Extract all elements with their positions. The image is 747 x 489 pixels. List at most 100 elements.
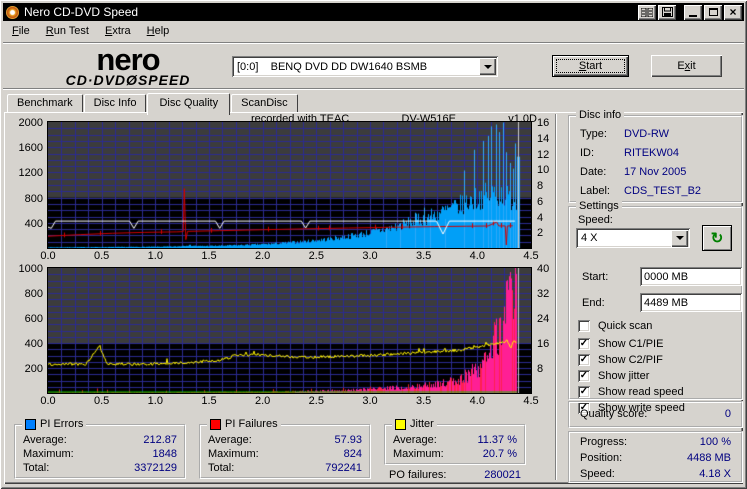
end-position-field[interactable]: 4489 MB [640, 293, 742, 312]
exit-button[interactable]: Exit [651, 55, 722, 77]
start-position-field[interactable]: 0000 MB [640, 267, 742, 286]
tab-benchmark[interactable]: Benchmark [7, 94, 83, 112]
refresh-button[interactable]: ↻ [702, 225, 732, 251]
separator-line [3, 88, 744, 90]
axis-tick-label: 0.5 [94, 250, 110, 262]
nero-logo: nero CD·DVDØSPEED [36, 42, 220, 88]
axis-tick-label: 1.5 [201, 250, 217, 262]
axis-tick-label: 1000 [18, 263, 43, 275]
titlebar-buttons: × [638, 4, 742, 20]
legend-row: Average: 57.93 [208, 434, 362, 446]
axis-tick-label: 4.0 [469, 395, 485, 407]
pi-failures-chart-canvas [48, 268, 531, 393]
axis-tick-label: 400 [24, 217, 43, 230]
jitter-legend-box: Jitter Average: 11.37 % Maximum: 20.7 % [384, 418, 526, 465]
axis-tick-label: 14 [537, 132, 550, 145]
axis-tick-label: 2.0 [255, 395, 271, 407]
maximize-icon [708, 8, 718, 16]
checkbox-show-read-speed[interactable]: ✓ Show read speed [578, 386, 684, 398]
axis-tick-label: 3.0 [362, 395, 378, 407]
axis-tick-label: 6 [537, 195, 544, 208]
minimize-icon [689, 14, 697, 17]
axis-tick-label: 2.0 [255, 250, 271, 262]
speed-label: Speed: [578, 214, 613, 226]
speed-select-value: 4 X [581, 232, 598, 244]
disc-info-box: Disc info Type: DVD-RW ID: RITEKW04 Date: 1… [568, 109, 743, 203]
book-icon [641, 7, 653, 17]
axis-tick-label: 4.5 [523, 395, 539, 407]
axis-tick-label: 16 [537, 117, 550, 129]
speed-select-dropdown-button[interactable] [671, 229, 688, 247]
pi-errors-chart-canvas [48, 122, 531, 248]
axis-tick-label: 0.0 [40, 395, 56, 407]
pi-errors-left-axis: 2000 1600 1200 800 400 [4, 117, 45, 248]
pi-errors-chart [47, 121, 532, 249]
disc-info-row: Date: 17 Nov 2005 [580, 166, 687, 178]
menu-file[interactable]: File [4, 23, 38, 39]
po-failures-row: PO failures: 280021 [389, 469, 521, 481]
checkbox-box [578, 320, 590, 332]
floppy-disk-icon [661, 7, 673, 17]
compare-book-button[interactable] [638, 4, 656, 20]
save-button[interactable] [658, 4, 676, 20]
menu-help[interactable]: Help [139, 23, 178, 39]
disc-info-rows: Type: DVD-RW ID: RITEKW04 Date: 17 Nov 2005… [570, 117, 741, 201]
minimize-button[interactable] [684, 4, 702, 20]
axis-tick-label: 1200 [18, 167, 43, 180]
settings-box: Settings Speed: 4 X ↻ Start: 0000 MB End… [568, 200, 743, 414]
axis-tick-label: 4.0 [469, 250, 485, 262]
tab-disc-info[interactable]: Disc Info [83, 94, 147, 112]
end-position-label: End: [582, 297, 605, 309]
legend-row: Total: 792241 [208, 462, 362, 474]
close-button[interactable]: × [724, 4, 742, 20]
checkbox-quick-scan[interactable]: Quick scan [578, 320, 652, 332]
nero-logo-text: nero [96, 42, 160, 77]
axis-tick-label: 3.0 [362, 250, 378, 262]
maximize-button[interactable] [704, 4, 722, 20]
checkbox-box: ✓ [578, 370, 590, 382]
pi-errors-legend-title: PI Errors [22, 418, 87, 431]
progress-row: Speed: 4.18 X [580, 468, 731, 480]
pi-errors-legend-rows: Average: 212.87 Maximum: 1848 Total: 337212… [16, 426, 184, 475]
tab-scandisc[interactable]: ScanDisc [231, 94, 298, 112]
start-button[interactable]: Start [552, 55, 629, 77]
jitter-legend-rows: Average: 11.37 % Maximum: 20.7 % [386, 426, 524, 461]
disc-info-row: Type: DVD-RW [580, 128, 670, 140]
axis-tick-label: 4 [537, 211, 544, 224]
axis-tick-label: 2000 [18, 117, 43, 129]
refresh-icon: ↻ [710, 230, 724, 247]
drive-select-dropdown-button[interactable] [479, 58, 496, 75]
checkbox-show-jitter[interactable]: ✓ Show jitter [578, 370, 649, 382]
menu-run-test[interactable]: Run Test [38, 23, 97, 39]
chevron-down-icon [675, 236, 684, 240]
jitter-legend-title: Jitter [392, 418, 437, 431]
tab-disc-quality[interactable]: Disc Quality [147, 93, 231, 115]
legend-row: Maximum: 824 [208, 448, 362, 460]
cddvd-speed-logo-text: CD·DVDØSPEED [65, 72, 191, 88]
speed-select[interactable]: 4 X [576, 228, 690, 248]
axis-tick-label: 10 [537, 164, 550, 177]
axis-tick-label: 4.5 [523, 250, 539, 262]
axis-tick-label: 8 [537, 363, 544, 375]
axis-tick-label: 400 [24, 338, 43, 350]
close-icon: × [729, 5, 737, 19]
axis-tick-label: 2 [537, 227, 544, 240]
checkbox-show-c1-pie[interactable]: ✓ Show C1/PIE [578, 338, 663, 350]
axis-tick-label: 1.0 [147, 395, 163, 407]
menu-extra[interactable]: Extra [97, 23, 139, 39]
settings-title: Settings [576, 200, 622, 213]
axis-tick-label: 0.5 [94, 395, 110, 407]
disc-info-row: ID: RITEKW04 [580, 147, 680, 159]
axis-tick-label: 800 [24, 288, 43, 300]
checkbox-show-c2-pif[interactable]: ✓ Show C2/PIF [578, 354, 663, 366]
axis-tick-label: 3.5 [416, 250, 432, 262]
tab-strip: Benchmark Disc Info Disc Quality ScanDis… [7, 93, 299, 115]
checkbox-box: ✓ [578, 354, 590, 366]
axis-tick-label: 16 [537, 338, 550, 350]
drive-select[interactable]: [0:0] BENQ DVD DD DW1640 BSMB [232, 56, 498, 77]
pi-errors-x-axis: 0.0 0.5 1.0 1.5 2.0 2.5 3.0 3.5 4.0 4.5 [40, 250, 538, 262]
pi-failures-legend-rows: Average: 57.93 Maximum: 824 Total: 792241 [201, 426, 369, 475]
title-bar: Nero CD-DVD Speed × [3, 3, 744, 21]
axis-tick-label: 800 [24, 192, 43, 205]
axis-tick-label: 40 [537, 263, 550, 275]
